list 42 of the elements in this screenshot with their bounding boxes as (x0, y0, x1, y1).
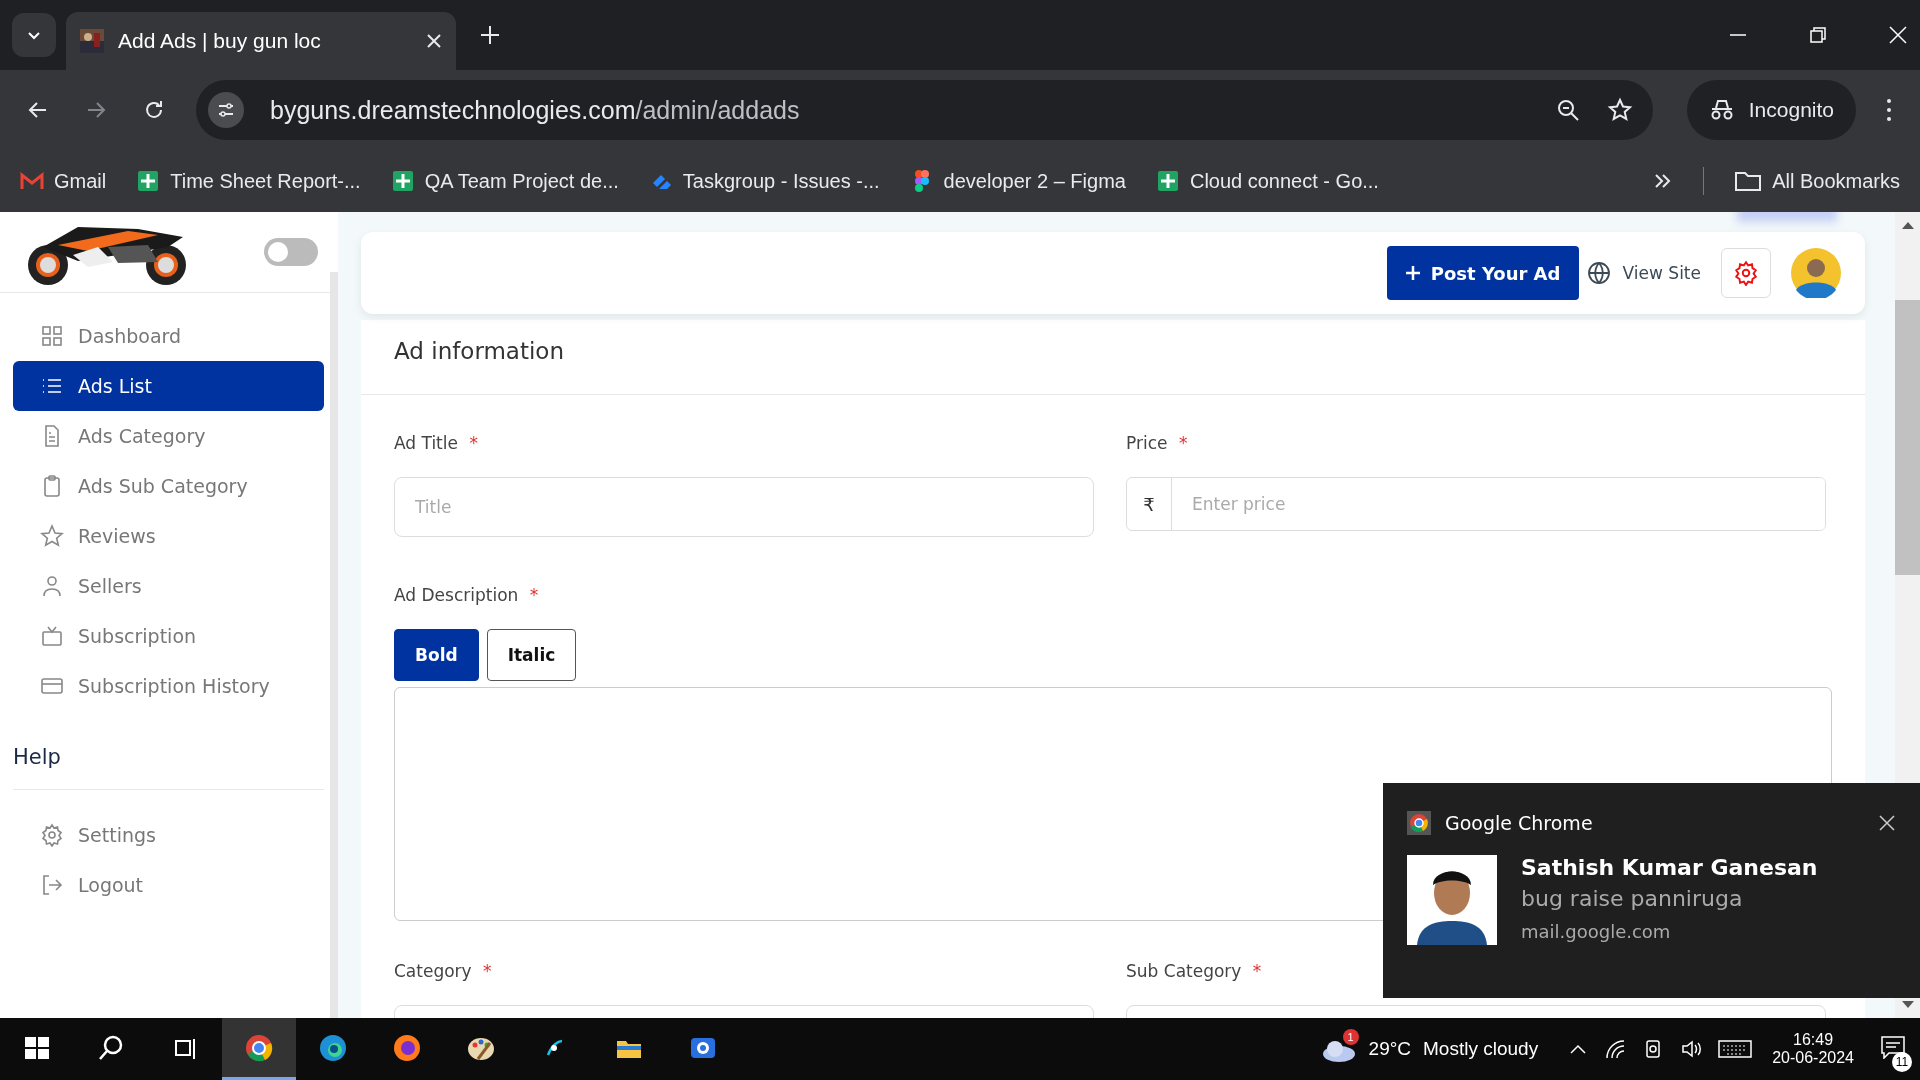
sidebar-item[interactable]: Subscription History (13, 661, 324, 711)
address-bar[interactable]: byguns.dreamstechnologies.com/admin/addads (196, 80, 1653, 140)
notification-badge: 1 (1342, 1029, 1359, 1045)
weather-text[interactable]: Mostly cloudy (1423, 1038, 1539, 1060)
bookmark[interactable]: Time Sheet Report-... (136, 169, 361, 193)
sidebar-item[interactable]: Sellers (13, 561, 324, 611)
field-label: Category * (394, 961, 492, 983)
bookmark[interactable]: developer 2 – Figma (909, 169, 1126, 193)
format-button[interactable]: Italic (486, 629, 577, 681)
format-button[interactable]: Bold (394, 629, 479, 681)
sidebar-item[interactable]: Ads List (13, 361, 324, 411)
post-ad-button[interactable]: Post Your Ad (1386, 246, 1579, 300)
clock[interactable]: 16:49 20-06-2024 (1772, 1031, 1854, 1067)
sidebar-item[interactable]: Reviews (13, 511, 324, 561)
bookmark[interactable]: Cloud connect - Go... (1155, 169, 1379, 193)
field-label: Sub Category * (1126, 961, 1262, 983)
view-site-link[interactable]: View Site (1586, 261, 1701, 285)
notification-source: mail.google.com (1521, 921, 1672, 942)
bookmark[interactable]: QA Team Project de... (390, 169, 619, 193)
section-title: Ad information (361, 320, 1865, 395)
sidebar-item[interactable]: Logout (13, 860, 324, 910)
sidebar-item[interactable]: Ads Category (13, 411, 324, 461)
sidebar-item[interactable]: Ads Sub Category (13, 461, 324, 511)
field-label: Ad Description * (394, 585, 540, 607)
sidebar-item[interactable]: Dashboard (13, 311, 324, 361)
field-label: Ad Title * (394, 433, 478, 455)
title-field[interactable]: Title (394, 477, 1094, 537)
temperature[interactable]: 29°C (1368, 1038, 1412, 1060)
notification-app: Google Chrome (1445, 812, 1593, 834)
field-label: Price * (1126, 433, 1188, 455)
incognito-button[interactable]: Incognito (1686, 80, 1856, 140)
all-bookmarks-button[interactable]: All Bookmarks (1734, 169, 1900, 193)
notification-message: bug raise panniruga (1521, 886, 1744, 911)
sidebar-item[interactable]: Subscription (13, 611, 324, 661)
notification-count: 11 (1892, 1051, 1912, 1072)
notification-sender: Sathish Kumar Ganesan (1521, 855, 1818, 880)
sidebar-item[interactable]: Settings (13, 810, 324, 860)
bookmark[interactable]: Gmail (20, 169, 107, 193)
section-heading: Help (13, 744, 62, 771)
bookmark[interactable]: Taskgroup - Issues -... (648, 169, 880, 193)
price-field[interactable]: ₹ Enter price (1126, 477, 1826, 531)
browser-tab[interactable]: Add Ads | buy gun loc (66, 12, 456, 70)
